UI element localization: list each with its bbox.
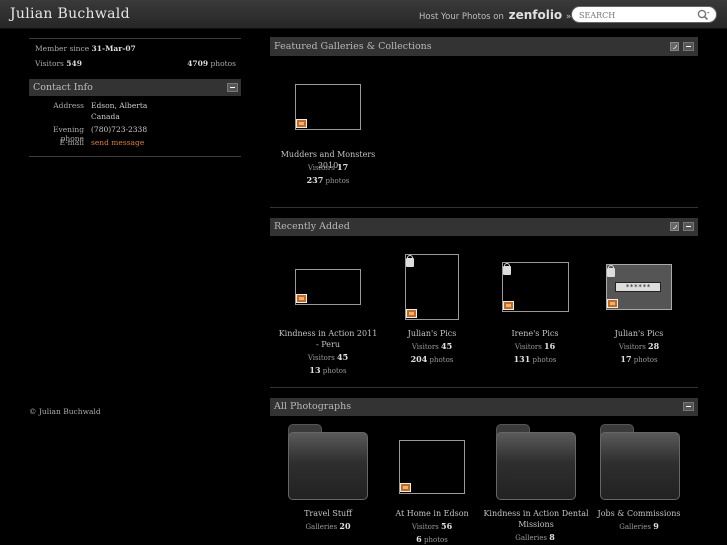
divider — [270, 207, 698, 208]
gallery-thumbnail[interactable] — [295, 269, 361, 305]
photos-label: photos — [210, 59, 236, 68]
email-label: E-mail — [59, 138, 84, 147]
gallery-visitors: Visitors 28 — [618, 341, 660, 351]
gallery-photos: 237 photos — [306, 175, 350, 185]
zenfolio-host-link[interactable]: Host Your Photos on zenfolio » — [419, 8, 571, 22]
recently-added-title: Recently Added — [274, 221, 350, 232]
gallery-icon — [400, 483, 411, 492]
gallery-icon — [503, 301, 514, 310]
gallery-icon — [607, 299, 618, 308]
send-message-link[interactable]: send message — [91, 138, 144, 147]
gallery-visitors: Visitors 56 — [411, 521, 453, 531]
all-photographs-header: All Photographs — [270, 398, 698, 416]
lock-icon — [607, 265, 615, 277]
site-title[interactable]: Julian Buchwald — [10, 6, 130, 22]
search-icon[interactable] — [697, 9, 710, 21]
gallery-photos: 13 photos — [309, 365, 347, 375]
gallery-visitors: Visitors 45 — [411, 341, 453, 351]
group-galleries-count: Galleries 9 — [619, 521, 659, 531]
top-bar: Julian Buchwald Host Your Photos on zenf… — [0, 0, 727, 29]
lock-icon — [503, 263, 511, 275]
collapse-icon[interactable] — [683, 402, 694, 411]
gallery-thumbnail[interactable] — [399, 440, 465, 494]
collapse-icon[interactable] — [683, 222, 694, 231]
contact-info-header: Contact Info — [29, 79, 241, 96]
group-galleries-count: Galleries 20 — [305, 521, 351, 531]
member-since-label: Member since — [35, 44, 90, 53]
group-galleries-count: Galleries 8 — [515, 532, 555, 542]
phone-value: (780)723-2338 — [91, 125, 148, 134]
address-label: Address — [53, 101, 84, 110]
address-line2: Canada — [91, 112, 120, 121]
folder-icon[interactable] — [496, 424, 576, 500]
gallery-icon — [406, 309, 417, 318]
contact-info-panel: Address Edson, Alberta Canada Evening ph… — [29, 96, 241, 156]
gallery-thumbnail[interactable]: ****** — [606, 264, 672, 310]
group-title[interactable]: Travel Stuff — [270, 508, 386, 519]
group-title[interactable]: Jobs & Commissions — [583, 508, 695, 519]
host-label: Host Your Photos on — [419, 12, 504, 22]
featured-title: Featured Galleries & Collections — [274, 41, 432, 52]
gallery-photos: 131 photos — [513, 354, 557, 364]
gallery-photos: 6 photos — [416, 534, 448, 544]
gallery-thumbnail[interactable] — [405, 254, 459, 320]
gallery-photos: 17 photos — [620, 354, 658, 364]
gallery-icon — [296, 294, 307, 303]
address-line1: Edson, Alberta — [91, 101, 148, 110]
divider — [29, 156, 241, 157]
profile-stats: Member since 31-Mar-07 Visitors 549 4709… — [29, 39, 241, 79]
gallery-title[interactable]: Irene's Pics — [479, 328, 591, 339]
zenfolio-logo: zenfolio — [508, 8, 563, 22]
password-field: ****** — [615, 282, 661, 292]
collapse-icon[interactable] — [227, 83, 238, 92]
featured-header: Featured Galleries & Collections — [270, 38, 698, 56]
copyright: © Julian Buchwald — [29, 407, 101, 416]
gallery-visitors: Visitors 45 — [307, 352, 349, 362]
divider — [270, 387, 698, 388]
recently-added-header: Recently Added — [270, 218, 698, 236]
group-title[interactable]: Kindness in Action Dental Missions — [483, 508, 589, 530]
member-since-value: 31-Mar-07 — [91, 44, 136, 53]
lock-icon — [406, 255, 414, 267]
photos-count: 4709 — [187, 59, 209, 68]
gallery-title[interactable]: At Home in Edson — [376, 508, 488, 519]
gallery-title[interactable]: Julian's Pics — [583, 328, 695, 339]
visitors-label: Visitors — [35, 59, 64, 68]
gallery-title[interactable]: Julian's Pics — [376, 328, 488, 339]
gallery-title[interactable]: Kindness in Action 2011 - Peru — [278, 328, 378, 350]
gallery-thumbnail[interactable] — [295, 84, 361, 130]
rss-icon[interactable] — [670, 42, 679, 51]
visitors-value: 549 — [66, 59, 82, 68]
left-sidebar: Member since 31-Mar-07 Visitors 549 4709… — [29, 29, 241, 157]
gallery-icon — [296, 119, 307, 128]
gallery-visitors: Visitors 16 — [514, 341, 556, 351]
all-photographs-title: All Photographs — [274, 401, 352, 412]
folder-icon[interactable] — [600, 424, 680, 500]
rss-icon[interactable] — [670, 222, 679, 231]
gallery-photos: 204 photos — [410, 354, 454, 364]
search-box — [571, 6, 717, 23]
folder-icon[interactable] — [288, 424, 368, 500]
contact-info-title: Contact Info — [33, 82, 93, 93]
collapse-icon[interactable] — [683, 42, 694, 51]
gallery-thumbnail[interactable] — [502, 262, 569, 312]
search-input[interactable] — [579, 9, 694, 21]
gallery-visitors: Visitors 17 — [307, 162, 349, 172]
